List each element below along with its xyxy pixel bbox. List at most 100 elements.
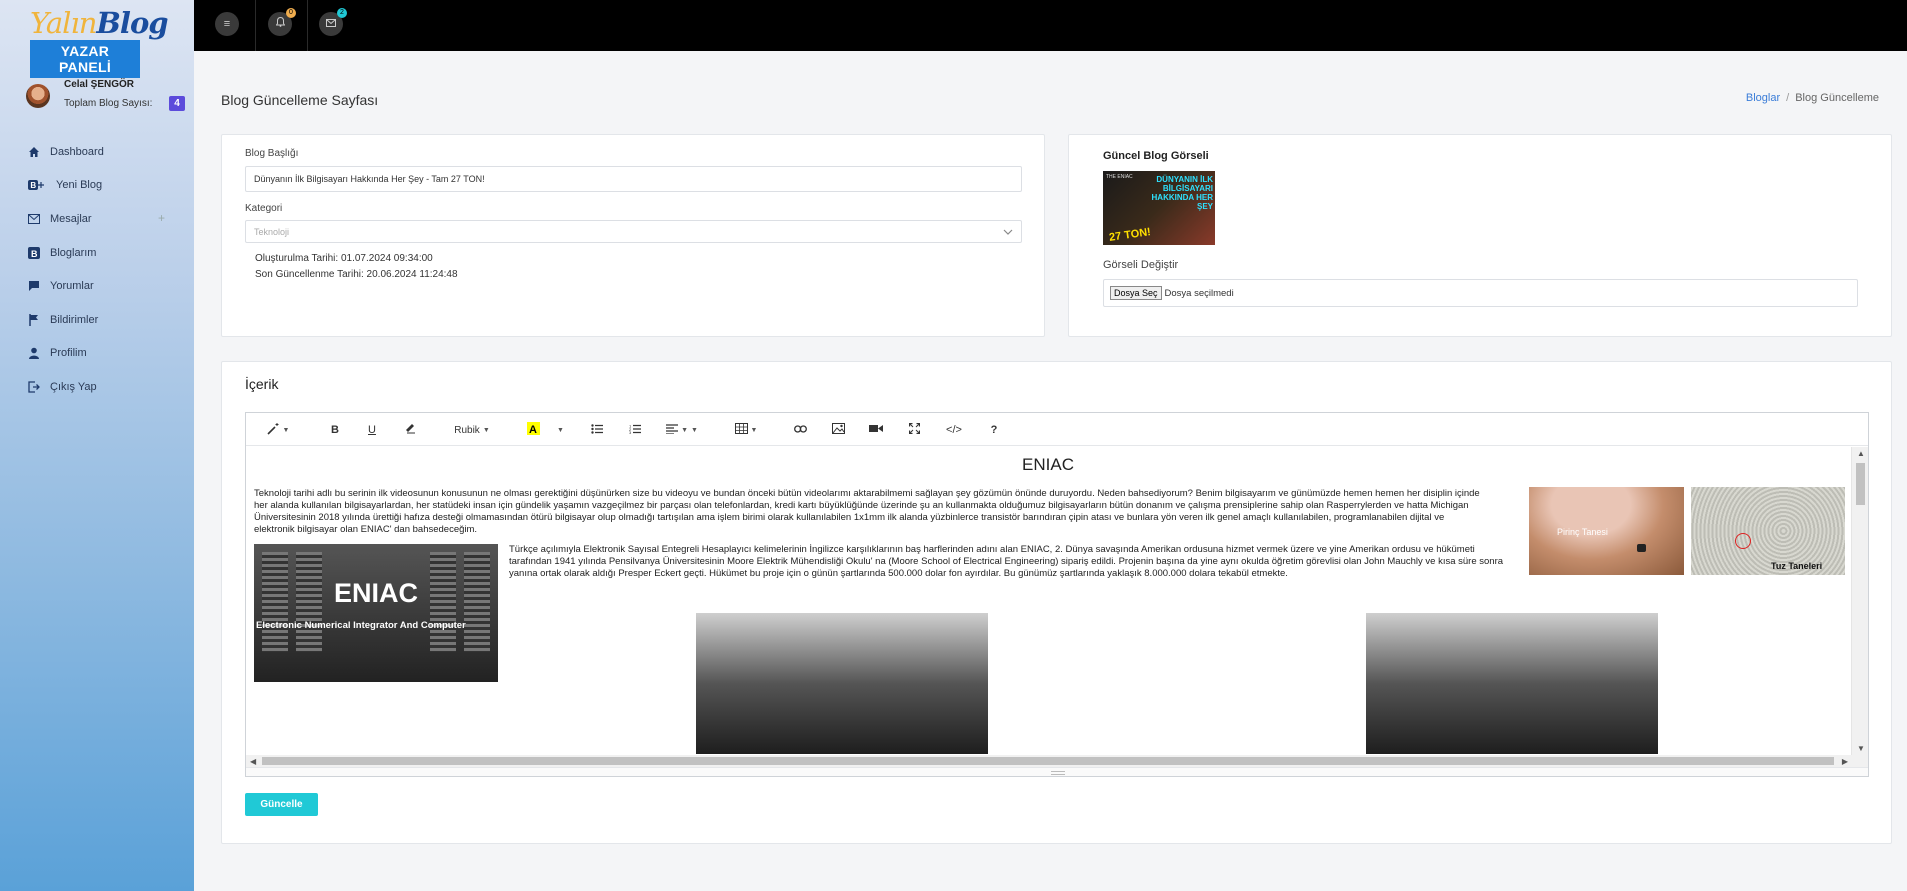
scroll-right-icon[interactable]: ▶ [1842,757,1848,766]
sidebar-item-logout[interactable]: Çıkış Yap [0,370,194,404]
update-button[interactable]: Güncelle [245,793,318,816]
created-value: 01.07.2024 09:34:00 [340,253,433,264]
thumb-headline: DÜNYANIN İLK BİLGİSAYARI HAKKINDA HER ŞE… [1151,175,1213,211]
bold-button[interactable]: B [326,421,344,439]
category-select[interactable]: Teknoloji [245,220,1022,243]
home-icon [27,145,41,159]
created-date: Oluşturulma Tarihi: 01.07.2024 09:34:00 [255,251,433,267]
divider [307,0,308,51]
underline-button[interactable]: U [363,421,381,439]
user-info: Celal ŞENGÖR Toplam Blog Sayısı: 4 [26,77,191,117]
file-status: Dosya seçilmedi [1164,287,1234,299]
envelope-icon [27,212,41,226]
picture-icon [831,423,845,437]
chip-dot [1637,544,1646,552]
text-color-icon: A [526,422,540,438]
scroll-up-icon[interactable]: ▲ [1857,449,1865,458]
sidebar-item-comments[interactable]: Yorumlar [0,269,194,303]
sidebar-item-label: Profilim [50,347,87,360]
ordered-list-button[interactable]: 123 [626,421,644,439]
current-blog-image: THE ENIAC DÜNYANIN İLK BİLGİSAYARI HAKKI… [1103,171,1215,245]
help-button[interactable]: ? [985,421,1003,439]
user-name: Celal ŞENGÖR [64,79,135,90]
highlight-circle [1735,533,1751,549]
breadcrumb: Bloglar / Blog Güncelleme [1746,92,1879,104]
sidebar-item-label: Çıkış Yap [50,380,97,393]
rich-text-editor: ▼ B U Rubik ▼ A ▼ 123 ▼ ▼ ▼ </> ? ENIAC … [245,412,1869,777]
topbar: ≡ 0 2 [194,0,1907,51]
flag-icon [27,313,41,327]
svg-text:3: 3 [629,430,632,434]
text-color-button[interactable]: A [524,421,542,439]
sidebar-item-profile[interactable]: Profilim [0,337,194,371]
font-family-dropdown[interactable]: Rubik ▼ [444,421,500,439]
sidebar-item-dashboard[interactable]: Dashboard [0,135,194,169]
sidebar-item-new-blog[interactable]: B Yeni Blog [0,169,194,203]
current-image-label: Güncel Blog Görseli [1103,150,1209,162]
question-icon: ? [990,424,998,436]
blog-count-badge: 4 [169,96,185,111]
notifications-button[interactable]: 0 [268,8,296,36]
horizontal-scrollbar[interactable]: ◀ ▶ [246,755,1868,767]
editor-content[interactable]: ENIAC Teknoloji tarihi adlı bu serinin i… [246,447,1850,754]
table-dropdown[interactable]: ▼ [728,421,764,439]
panel-label: YAZAR PANELİ [30,40,140,78]
salt-caption: Tuz Taneleri [1771,561,1823,571]
paragraph-align-dropdown[interactable]: ▼ ▼ [664,421,700,439]
sidebar-item-my-blogs[interactable]: B Bloglarım [0,236,194,270]
eniac-team-photo [696,613,988,754]
clear-format-button[interactable] [401,421,419,439]
svg-text:B: B [30,181,36,190]
scroll-down-icon[interactable]: ▼ [1857,744,1865,753]
eraser-icon [405,423,416,437]
scroll-thumb[interactable] [262,757,1834,765]
sidebar-item-label: Yeni Blog [56,179,103,192]
video-button[interactable] [867,421,885,439]
mauchly-eckert-photo [1366,613,1658,754]
link-button[interactable] [791,421,809,439]
content-section-title: İçerik [245,376,279,392]
bell-icon [275,16,285,30]
editor-toolbar: ▼ B U Rubik ▼ A ▼ 123 ▼ ▼ ▼ </> ? [246,413,1868,446]
style-dropdown[interactable]: ▼ [260,421,296,439]
thumb-badge: 27 TON! [1108,226,1152,244]
sidebar-item-label: Dashboard [50,145,104,158]
color-dropdown[interactable]: ▼ [554,421,564,439]
messages-badge: 2 [337,8,347,18]
grip-icon [1051,771,1065,775]
vertical-scrollbar[interactable]: ▲ ▼ [1851,447,1868,755]
sidebar-item-notifications[interactable]: Bildirimler [0,303,194,337]
sidebar-item-messages[interactable]: Mesajlar + [0,202,194,236]
breadcrumb-link-blogs[interactable]: Bloglar [1746,92,1780,104]
expand-plus-icon[interactable]: + [158,211,165,225]
caret-icon: ▼ [557,426,564,434]
breadcrumb-current: Blog Güncelleme [1795,92,1879,104]
scroll-left-icon[interactable]: ◀ [250,757,256,766]
paragraph-intro: Teknoloji tarihi adlı bu serinin ilk vid… [254,488,1480,535]
eniac-machine-image: ENIAC Electronic Numerical Integrator An… [254,544,498,682]
scroll-thumb[interactable] [1856,463,1865,505]
breadcrumb-separator: / [1786,92,1790,104]
unordered-list-button[interactable] [588,421,606,439]
rice-caption: Pirinç Tanesi [1557,527,1608,537]
code-view-button[interactable]: </> [943,421,965,439]
messages-button[interactable]: 2 [319,8,347,36]
font-name: Rubik [454,424,480,436]
title-input[interactable]: Dünyanın İlk Bilgisayarı Hakkında Her Şe… [245,166,1022,192]
user-icon [27,346,41,360]
choose-file-button[interactable]: Dosya Seç [1110,286,1162,300]
image-button[interactable] [829,421,847,439]
editor-resize-handle[interactable] [246,767,1868,776]
updated-label: Son Güncellenme Tarihi: [255,269,364,280]
fullscreen-button[interactable] [905,421,923,439]
bullet-list-icon [591,423,603,437]
logo-text: YalınBlog [30,6,169,40]
eniac-image-title: ENIAC [333,578,418,608]
align-icon [666,423,679,437]
file-input[interactable]: Dosya Seç Dosya seçilmedi [1103,279,1858,307]
logo[interactable]: YalınBlog YAZAR PANELİ [30,6,169,78]
menu-toggle-button[interactable]: ≡ [215,12,239,36]
code-icon: </> [946,424,962,436]
eniac-image-subtitle: Electronic Numerical Integrator And Comp… [256,620,466,631]
bold-icon: B [331,424,339,436]
